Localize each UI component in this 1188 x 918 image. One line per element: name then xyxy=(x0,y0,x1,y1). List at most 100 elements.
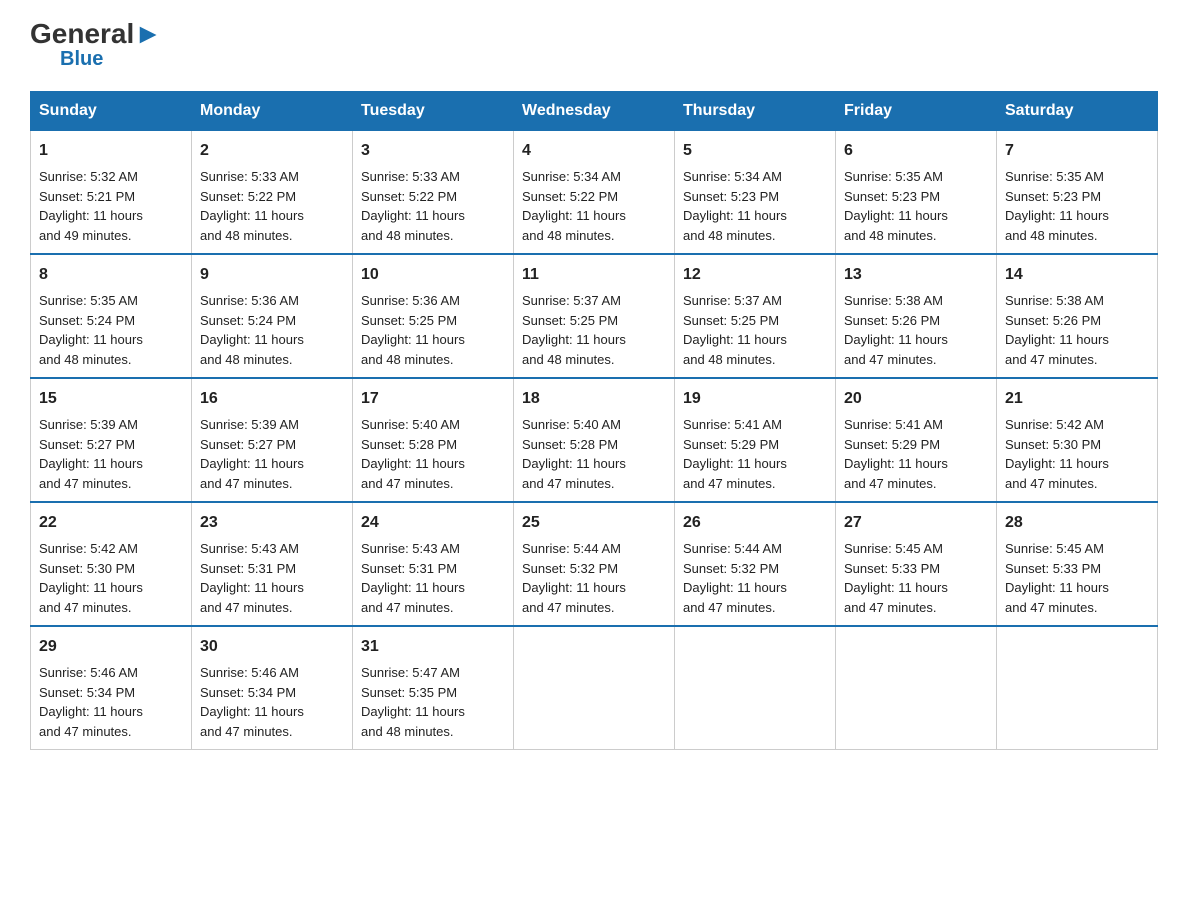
day-number: 20 xyxy=(844,387,988,411)
day-number: 26 xyxy=(683,511,827,535)
calendar-cell: 11 Sunrise: 5:37 AM Sunset: 5:25 PM Dayl… xyxy=(514,254,675,378)
day-number: 9 xyxy=(200,263,344,287)
day-info: Sunrise: 5:47 AM Sunset: 5:35 PM Dayligh… xyxy=(361,663,505,741)
calendar-week-row: 1 Sunrise: 5:32 AM Sunset: 5:21 PM Dayli… xyxy=(31,131,1158,255)
day-number: 25 xyxy=(522,511,666,535)
day-info: Sunrise: 5:42 AM Sunset: 5:30 PM Dayligh… xyxy=(39,539,183,617)
day-info: Sunrise: 5:46 AM Sunset: 5:34 PM Dayligh… xyxy=(200,663,344,741)
day-number: 16 xyxy=(200,387,344,411)
logo: General► Blue xyxy=(30,20,162,71)
day-number: 27 xyxy=(844,511,988,535)
day-number: 8 xyxy=(39,263,183,287)
calendar-header-row: SundayMondayTuesdayWednesdayThursdayFrid… xyxy=(31,92,1158,131)
calendar-cell: 28 Sunrise: 5:45 AM Sunset: 5:33 PM Dayl… xyxy=(997,502,1158,626)
logo-general-text: General► xyxy=(30,20,162,48)
day-info: Sunrise: 5:40 AM Sunset: 5:28 PM Dayligh… xyxy=(522,415,666,493)
day-info: Sunrise: 5:32 AM Sunset: 5:21 PM Dayligh… xyxy=(39,167,183,245)
calendar-cell: 2 Sunrise: 5:33 AM Sunset: 5:22 PM Dayli… xyxy=(192,131,353,255)
day-info: Sunrise: 5:37 AM Sunset: 5:25 PM Dayligh… xyxy=(522,291,666,369)
calendar-cell: 7 Sunrise: 5:35 AM Sunset: 5:23 PM Dayli… xyxy=(997,131,1158,255)
day-number: 6 xyxy=(844,139,988,163)
day-number: 10 xyxy=(361,263,505,287)
day-info: Sunrise: 5:44 AM Sunset: 5:32 PM Dayligh… xyxy=(683,539,827,617)
day-number: 4 xyxy=(522,139,666,163)
day-info: Sunrise: 5:39 AM Sunset: 5:27 PM Dayligh… xyxy=(39,415,183,493)
day-number: 28 xyxy=(1005,511,1149,535)
calendar-cell: 1 Sunrise: 5:32 AM Sunset: 5:21 PM Dayli… xyxy=(31,131,192,255)
calendar-cell xyxy=(514,626,675,750)
logo-blue-text: Blue xyxy=(60,48,103,71)
day-info: Sunrise: 5:38 AM Sunset: 5:26 PM Dayligh… xyxy=(844,291,988,369)
day-info: Sunrise: 5:41 AM Sunset: 5:29 PM Dayligh… xyxy=(683,415,827,493)
calendar-table: SundayMondayTuesdayWednesdayThursdayFrid… xyxy=(30,91,1158,750)
calendar-cell: 29 Sunrise: 5:46 AM Sunset: 5:34 PM Dayl… xyxy=(31,626,192,750)
day-info: Sunrise: 5:33 AM Sunset: 5:22 PM Dayligh… xyxy=(361,167,505,245)
day-info: Sunrise: 5:36 AM Sunset: 5:24 PM Dayligh… xyxy=(200,291,344,369)
calendar-cell: 3 Sunrise: 5:33 AM Sunset: 5:22 PM Dayli… xyxy=(353,131,514,255)
calendar-cell: 22 Sunrise: 5:42 AM Sunset: 5:30 PM Dayl… xyxy=(31,502,192,626)
day-info: Sunrise: 5:39 AM Sunset: 5:27 PM Dayligh… xyxy=(200,415,344,493)
page-header: General► Blue xyxy=(30,20,1158,71)
calendar-cell: 23 Sunrise: 5:43 AM Sunset: 5:31 PM Dayl… xyxy=(192,502,353,626)
day-info: Sunrise: 5:36 AM Sunset: 5:25 PM Dayligh… xyxy=(361,291,505,369)
calendar-cell: 18 Sunrise: 5:40 AM Sunset: 5:28 PM Dayl… xyxy=(514,378,675,502)
day-header-monday: Monday xyxy=(192,92,353,131)
calendar-cell: 14 Sunrise: 5:38 AM Sunset: 5:26 PM Dayl… xyxy=(997,254,1158,378)
day-number: 5 xyxy=(683,139,827,163)
day-info: Sunrise: 5:46 AM Sunset: 5:34 PM Dayligh… xyxy=(39,663,183,741)
day-info: Sunrise: 5:44 AM Sunset: 5:32 PM Dayligh… xyxy=(522,539,666,617)
calendar-body: 1 Sunrise: 5:32 AM Sunset: 5:21 PM Dayli… xyxy=(31,131,1158,750)
calendar-cell: 4 Sunrise: 5:34 AM Sunset: 5:22 PM Dayli… xyxy=(514,131,675,255)
calendar-cell: 26 Sunrise: 5:44 AM Sunset: 5:32 PM Dayl… xyxy=(675,502,836,626)
day-number: 29 xyxy=(39,635,183,659)
calendar-cell xyxy=(997,626,1158,750)
day-info: Sunrise: 5:42 AM Sunset: 5:30 PM Dayligh… xyxy=(1005,415,1149,493)
day-info: Sunrise: 5:40 AM Sunset: 5:28 PM Dayligh… xyxy=(361,415,505,493)
calendar-cell: 13 Sunrise: 5:38 AM Sunset: 5:26 PM Dayl… xyxy=(836,254,997,378)
calendar-cell: 12 Sunrise: 5:37 AM Sunset: 5:25 PM Dayl… xyxy=(675,254,836,378)
day-info: Sunrise: 5:45 AM Sunset: 5:33 PM Dayligh… xyxy=(844,539,988,617)
day-header-saturday: Saturday xyxy=(997,92,1158,131)
calendar-cell: 24 Sunrise: 5:43 AM Sunset: 5:31 PM Dayl… xyxy=(353,502,514,626)
calendar-cell: 30 Sunrise: 5:46 AM Sunset: 5:34 PM Dayl… xyxy=(192,626,353,750)
calendar-week-row: 8 Sunrise: 5:35 AM Sunset: 5:24 PM Dayli… xyxy=(31,254,1158,378)
day-header-sunday: Sunday xyxy=(31,92,192,131)
calendar-cell: 16 Sunrise: 5:39 AM Sunset: 5:27 PM Dayl… xyxy=(192,378,353,502)
day-info: Sunrise: 5:35 AM Sunset: 5:23 PM Dayligh… xyxy=(1005,167,1149,245)
day-info: Sunrise: 5:38 AM Sunset: 5:26 PM Dayligh… xyxy=(1005,291,1149,369)
calendar-week-row: 22 Sunrise: 5:42 AM Sunset: 5:30 PM Dayl… xyxy=(31,502,1158,626)
day-info: Sunrise: 5:43 AM Sunset: 5:31 PM Dayligh… xyxy=(361,539,505,617)
calendar-cell xyxy=(836,626,997,750)
day-info: Sunrise: 5:35 AM Sunset: 5:24 PM Dayligh… xyxy=(39,291,183,369)
day-number: 13 xyxy=(844,263,988,287)
day-number: 31 xyxy=(361,635,505,659)
calendar-cell: 15 Sunrise: 5:39 AM Sunset: 5:27 PM Dayl… xyxy=(31,378,192,502)
calendar-cell: 5 Sunrise: 5:34 AM Sunset: 5:23 PM Dayli… xyxy=(675,131,836,255)
calendar-cell: 20 Sunrise: 5:41 AM Sunset: 5:29 PM Dayl… xyxy=(836,378,997,502)
day-info: Sunrise: 5:34 AM Sunset: 5:22 PM Dayligh… xyxy=(522,167,666,245)
day-info: Sunrise: 5:45 AM Sunset: 5:33 PM Dayligh… xyxy=(1005,539,1149,617)
day-number: 11 xyxy=(522,263,666,287)
day-number: 15 xyxy=(39,387,183,411)
day-number: 21 xyxy=(1005,387,1149,411)
day-number: 24 xyxy=(361,511,505,535)
day-number: 23 xyxy=(200,511,344,535)
day-number: 14 xyxy=(1005,263,1149,287)
calendar-cell: 19 Sunrise: 5:41 AM Sunset: 5:29 PM Dayl… xyxy=(675,378,836,502)
calendar-cell: 9 Sunrise: 5:36 AM Sunset: 5:24 PM Dayli… xyxy=(192,254,353,378)
day-number: 19 xyxy=(683,387,827,411)
day-number: 1 xyxy=(39,139,183,163)
day-header-tuesday: Tuesday xyxy=(353,92,514,131)
calendar-cell xyxy=(675,626,836,750)
day-info: Sunrise: 5:37 AM Sunset: 5:25 PM Dayligh… xyxy=(683,291,827,369)
day-header-thursday: Thursday xyxy=(675,92,836,131)
day-number: 7 xyxy=(1005,139,1149,163)
calendar-week-row: 29 Sunrise: 5:46 AM Sunset: 5:34 PM Dayl… xyxy=(31,626,1158,750)
calendar-cell: 31 Sunrise: 5:47 AM Sunset: 5:35 PM Dayl… xyxy=(353,626,514,750)
day-info: Sunrise: 5:41 AM Sunset: 5:29 PM Dayligh… xyxy=(844,415,988,493)
day-number: 3 xyxy=(361,139,505,163)
calendar-cell: 8 Sunrise: 5:35 AM Sunset: 5:24 PM Dayli… xyxy=(31,254,192,378)
calendar-cell: 27 Sunrise: 5:45 AM Sunset: 5:33 PM Dayl… xyxy=(836,502,997,626)
day-info: Sunrise: 5:34 AM Sunset: 5:23 PM Dayligh… xyxy=(683,167,827,245)
day-header-wednesday: Wednesday xyxy=(514,92,675,131)
